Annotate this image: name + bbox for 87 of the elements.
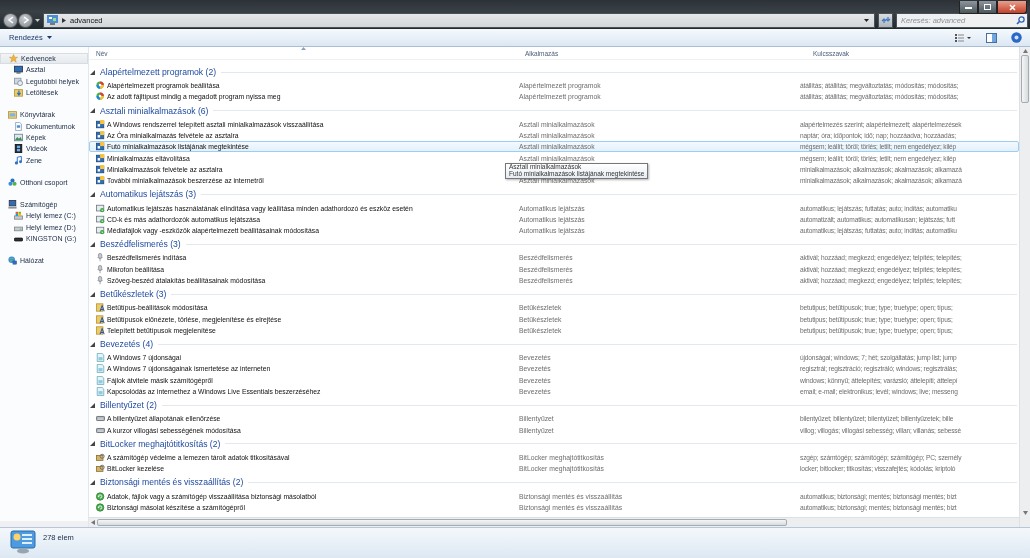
maximize-icon bbox=[984, 4, 991, 10]
refresh-button[interactable] bbox=[878, 12, 893, 28]
scroll-down-icon[interactable] bbox=[1022, 511, 1028, 515]
group-header[interactable]: Biztonsági mentés és visszaállítás (2) bbox=[100, 477, 244, 488]
document-icon bbox=[96, 364, 105, 374]
keyboard-icon bbox=[96, 414, 105, 424]
control-panel-icon bbox=[47, 15, 58, 25]
group-header[interactable]: Asztali minialkalmazások (6) bbox=[100, 105, 209, 116]
breadcrumb-arrow-icon[interactable] bbox=[62, 17, 66, 23]
font-folder-icon bbox=[96, 325, 105, 335]
gadget-icon bbox=[96, 142, 105, 152]
gadget-icon bbox=[96, 176, 105, 186]
media-play-icon bbox=[96, 203, 105, 213]
gadget-icon bbox=[96, 164, 105, 174]
music-note-icon bbox=[14, 155, 23, 165]
caret-icon[interactable] bbox=[35, 18, 40, 22]
star-icon bbox=[9, 54, 18, 64]
collapse-arrow-icon[interactable] bbox=[90, 191, 95, 197]
group-header[interactable]: Bevezetés (4) bbox=[100, 339, 154, 350]
font-folder-icon bbox=[96, 314, 105, 324]
group-header[interactable]: Beszédfelismerés (3) bbox=[100, 239, 181, 250]
scroll-thumb[interactable] bbox=[1021, 55, 1029, 103]
keyboard-icon bbox=[96, 425, 105, 435]
group-header[interactable]: Betűkészletek (3) bbox=[100, 289, 167, 300]
download-folder-icon bbox=[14, 88, 23, 98]
group-header[interactable]: BitLocker meghajtótitkosítás (2) bbox=[100, 438, 221, 449]
backup-icon bbox=[96, 491, 105, 501]
font-folder-icon bbox=[96, 303, 105, 313]
usb-drive-icon bbox=[14, 234, 23, 243]
sort-arrow-icon bbox=[301, 47, 306, 50]
close-button[interactable] bbox=[997, 1, 1027, 14]
scroll-thumb[interactable] bbox=[97, 519, 787, 526]
preview-pane-button[interactable] bbox=[984, 30, 999, 45]
backup-icon bbox=[96, 502, 105, 512]
document-icon bbox=[96, 375, 105, 385]
refresh-icon bbox=[880, 16, 891, 24]
recent-places-icon bbox=[14, 76, 23, 86]
document-icon bbox=[96, 353, 105, 363]
group-header[interactable]: Alapértelmezett programok (2) bbox=[100, 67, 217, 77]
document-icon bbox=[14, 121, 23, 131]
image-icon bbox=[14, 132, 23, 142]
media-play-icon bbox=[96, 226, 105, 236]
dropdown-caret-icon[interactable] bbox=[864, 18, 869, 22]
media-play-icon bbox=[96, 214, 105, 224]
search-icon bbox=[1016, 15, 1025, 25]
close-icon bbox=[1008, 3, 1016, 11]
computer-icon bbox=[8, 200, 17, 210]
scroll-left-icon[interactable] bbox=[91, 520, 95, 525]
color-wheel-icon bbox=[96, 92, 105, 102]
gadget-icon bbox=[96, 153, 105, 163]
collapse-arrow-icon[interactable] bbox=[90, 479, 95, 485]
control-panel-icon bbox=[10, 530, 36, 554]
collapse-arrow-icon[interactable] bbox=[90, 402, 95, 408]
caret-icon bbox=[46, 36, 52, 39]
view-options-button[interactable] bbox=[953, 31, 974, 44]
help-button[interactable] bbox=[1009, 30, 1024, 45]
collapse-arrow-icon[interactable] bbox=[90, 441, 95, 447]
vertical-scroll-bar[interactable] bbox=[1019, 47, 1030, 527]
gadget-icon bbox=[96, 131, 105, 141]
collapse-arrow-icon[interactable] bbox=[90, 69, 95, 75]
group-header[interactable]: Billentyűzet (2) bbox=[100, 400, 157, 411]
key-icon bbox=[96, 452, 105, 462]
microphone-icon bbox=[96, 276, 105, 285]
collapse-arrow-icon[interactable] bbox=[90, 291, 95, 297]
drive-icon bbox=[14, 211, 23, 221]
minimize-button[interactable] bbox=[959, 1, 978, 14]
scroll-bar[interactable] bbox=[0, 521, 88, 527]
monitor-icon bbox=[14, 65, 23, 75]
library-folder-icon bbox=[8, 110, 17, 120]
minimize-icon bbox=[965, 5, 972, 9]
scroll-up-icon[interactable] bbox=[1022, 49, 1028, 53]
microphone-icon bbox=[96, 264, 105, 274]
document-icon bbox=[96, 387, 105, 397]
group-header[interactable]: Automatikus lejátszás (3) bbox=[100, 189, 196, 200]
horizontal-scroll-bar[interactable] bbox=[89, 517, 1019, 527]
forward-button[interactable] bbox=[18, 12, 33, 28]
key-icon bbox=[96, 464, 105, 474]
color-wheel-icon bbox=[96, 81, 105, 91]
maximize-button[interactable] bbox=[978, 1, 997, 14]
collapse-arrow-icon[interactable] bbox=[90, 341, 95, 347]
homegroup-icon bbox=[8, 177, 17, 187]
film-icon bbox=[14, 144, 23, 154]
collapse-arrow-icon[interactable] bbox=[90, 108, 95, 114]
gadget-icon bbox=[96, 119, 105, 129]
collapse-arrow-icon[interactable] bbox=[90, 241, 95, 247]
network-icon bbox=[8, 256, 17, 266]
back-button[interactable] bbox=[3, 12, 18, 28]
